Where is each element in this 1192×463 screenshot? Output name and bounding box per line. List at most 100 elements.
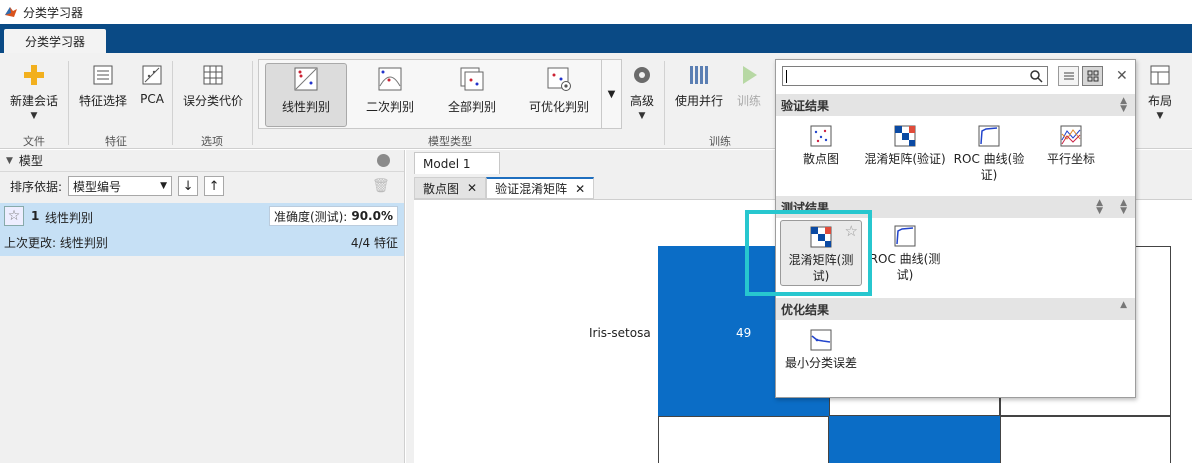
chevron-down-icon: ▼ (607, 88, 616, 100)
gallery-item-parallel-coordinates[interactable]: 平行坐标 (1030, 124, 1112, 167)
tab-validation-confusion[interactable]: 验证混淆矩阵 ✕ (486, 177, 595, 199)
text-cursor (786, 70, 787, 83)
layout-button[interactable]: 布局 ▼ (1142, 63, 1178, 121)
favorite-star-icon[interactable]: ☆ (845, 223, 858, 239)
plot-tabs: 散点图 ✕ 验证混淆矩阵 ✕ (414, 177, 595, 199)
use-parallel-button[interactable]: 使用并行 (672, 63, 726, 109)
gallery-expand-button[interactable]: ▼ (601, 60, 621, 128)
plus-icon (24, 65, 44, 85)
grid-icon (1087, 70, 1098, 82)
section-label-model-type: 模型类型 (428, 135, 472, 148)
chevron-down-icon: ▼ (638, 111, 646, 121)
trash-icon[interactable]: 🗑 (372, 178, 390, 196)
optimizable-discriminant-icon (547, 67, 571, 91)
all-discriminant-icon (460, 67, 484, 91)
title-bar: 分类学习器 (0, 0, 1192, 24)
confusion-matrix-icon (894, 125, 916, 147)
model-quadratic-discriminant[interactable]: 二次判别 (357, 66, 423, 115)
roc-curve-icon (894, 225, 916, 247)
favorite-star-icon[interactable]: ☆ (4, 206, 24, 226)
cm-cell (1000, 416, 1171, 463)
close-icon[interactable]: ✕ (575, 182, 585, 196)
pca-button[interactable]: PCA (138, 63, 166, 106)
sort-ascending-button[interactable]: ↑ (204, 176, 225, 196)
gallery-search-input[interactable] (782, 66, 1048, 86)
close-icon[interactable]: ✕ (467, 181, 477, 195)
list-view-button[interactable] (1058, 66, 1079, 86)
divider (252, 61, 253, 145)
section-optimization-results[interactable]: 优化结果 ▲ (776, 298, 1135, 320)
close-icon[interactable]: ✕ (1116, 66, 1130, 86)
new-session-button[interactable]: 新建会话 ▼ (8, 63, 60, 121)
divider (68, 61, 69, 145)
tab-scatter[interactable]: 散点图 ✕ (414, 177, 487, 199)
section-label-train: 训练 (709, 135, 731, 148)
panel-options-icon[interactable] (377, 154, 390, 167)
cm-row-label: Iris-setosa (589, 326, 651, 340)
gallery-item-roc-test[interactable]: ROC 曲线(测试) (864, 224, 946, 283)
cm-cell (829, 416, 1000, 463)
feature-select-button[interactable]: 特征选择 (76, 63, 130, 109)
sort-descending-button[interactable]: ↓ (178, 176, 199, 196)
arrow-down-icon: ↓ (182, 178, 194, 194)
search-icon (1030, 70, 1043, 83)
gallery-item-confusion-validation[interactable]: 混淆矩阵(验证) (864, 124, 946, 167)
min-error-plot-icon (810, 329, 832, 351)
layout-icon (1150, 65, 1170, 85)
window-title: 分类学习器 (23, 5, 84, 20)
collapse-section-icon[interactable]: ▲ ▼ (1096, 199, 1103, 216)
misclass-cost-button[interactable]: 误分类代价 (180, 63, 246, 109)
list-icon (1063, 72, 1074, 80)
cost-matrix-icon (203, 65, 223, 85)
section-label-options: 选项 (201, 135, 223, 148)
play-icon (743, 66, 757, 84)
confusion-matrix-icon (810, 226, 832, 248)
section-test-results[interactable]: 测试结果 ▲ ▼ ▲ ▼ (776, 196, 1135, 218)
model-list-item[interactable]: ☆ 1 线性判别 准确度(测试): 90.0% 上次更改: 线性判别 4/4 特… (0, 203, 404, 256)
collapse-section-icon[interactable]: ▲ (1120, 301, 1127, 310)
matlab-logo-icon (5, 7, 17, 17)
gallery-item-roc-validation[interactable]: ROC 曲线(验证) (948, 124, 1030, 183)
section-label-file: 文件 (23, 135, 45, 148)
parallel-icon (690, 66, 708, 84)
cm-cell-value: 49 (736, 326, 752, 340)
gallery-item-scatter[interactable]: 散点图 (780, 124, 862, 167)
collapse-triangle-icon[interactable]: ▼ (6, 156, 13, 166)
model-optimizable-discriminant[interactable]: 可优化判别 (517, 66, 601, 115)
models-panel-header: ▼ 模型 (0, 150, 404, 172)
linear-discriminant-icon (294, 67, 318, 91)
chevron-down-icon: ▼ (160, 181, 168, 191)
list-icon (93, 65, 113, 85)
plot-gallery-popup: ✕ 验证结果 ▲ ▼ 散点图 混淆矩阵(验证) ROC 曲线(验证) 平行坐标 测… (775, 59, 1136, 398)
chevron-down-icon: ▼ (30, 111, 38, 121)
models-panel: ▼ 模型 排序依据: 模型编号 ▼ ↓ ↑ 🗑 ☆ 1 线性判别 准确度(测试)… (0, 150, 405, 463)
tab-model-1[interactable]: Model 1 (414, 152, 500, 174)
train-button[interactable]: 训练 (734, 63, 764, 109)
gallery-item-confusion-test[interactable]: ☆ 混淆矩阵(测试) (780, 220, 862, 286)
chevron-down-icon: ▼ (1156, 111, 1164, 121)
advanced-button[interactable]: 高级 ▼ (626, 63, 658, 121)
accuracy-badge: 准确度(测试): 90.0% (268, 206, 398, 226)
app-tabstrip: 分类学习器 (0, 24, 1192, 53)
sort-row: 排序依据: 模型编号 ▼ ↓ ↑ (0, 172, 404, 200)
collapse-section-icon[interactable]: ▲ ▼ (1120, 97, 1127, 114)
divider (664, 61, 665, 145)
cm-cell (658, 416, 829, 463)
expand-section-icon[interactable]: ▲ ▼ (1120, 199, 1127, 216)
scatter-plot-icon (810, 125, 832, 147)
section-label-feature: 特征 (105, 135, 127, 148)
gear-icon (634, 67, 650, 83)
model-type-gallery: 线性判别 二次判别 全部判别 可优化判别 ▼ (258, 59, 622, 129)
section-validation-results[interactable]: 验证结果 ▲ ▼ (776, 94, 1135, 116)
divider (172, 61, 173, 145)
pca-icon (142, 65, 162, 85)
roc-curve-icon (978, 125, 1000, 147)
model-all-discriminant[interactable]: 全部判别 (439, 66, 505, 115)
arrow-up-icon: ↑ (208, 178, 220, 194)
tab-classification-learner[interactable]: 分类学习器 (4, 29, 106, 53)
grid-view-button[interactable] (1082, 66, 1103, 86)
sort-select[interactable]: 模型编号 ▼ (68, 176, 173, 196)
parallel-coordinates-icon (1060, 125, 1082, 147)
gallery-item-min-classification-error[interactable]: 最小分类误差 (780, 328, 862, 371)
model-linear-discriminant[interactable]: 线性判别 (273, 66, 339, 115)
